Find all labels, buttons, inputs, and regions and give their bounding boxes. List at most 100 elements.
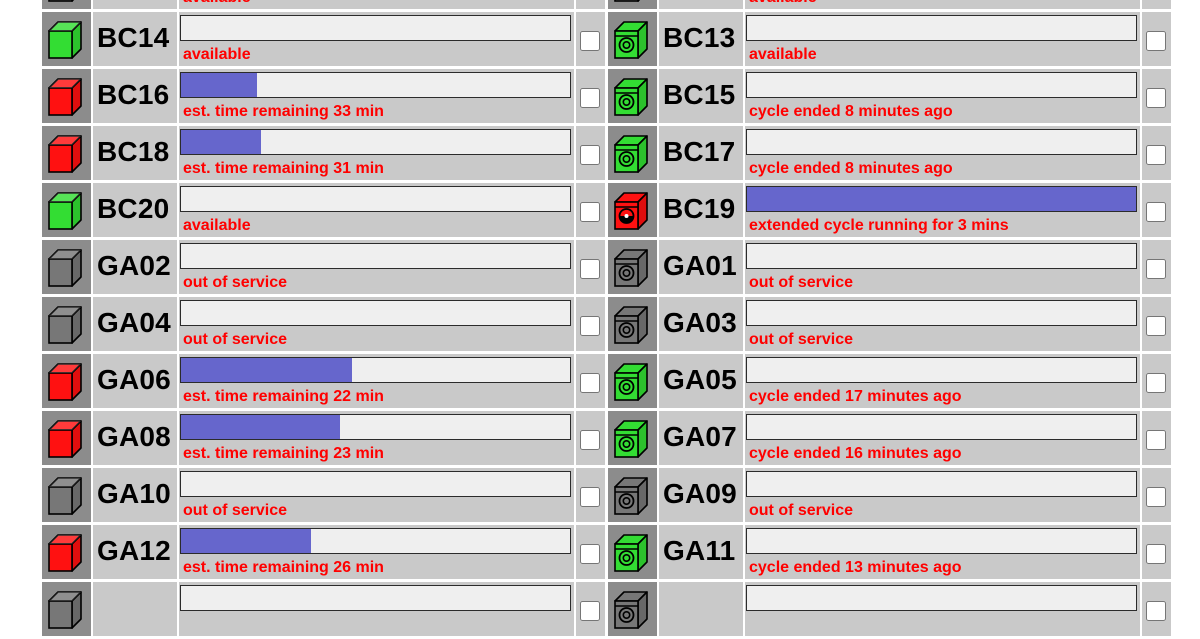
- status-text: out of service: [749, 502, 854, 519]
- notify-checkbox[interactable]: [580, 373, 600, 393]
- machine-name: GA01: [663, 250, 737, 281]
- machine-row: BC16 est. time remaining 33 min: [42, 69, 605, 126]
- machine-name-cell: [93, 582, 177, 636]
- progress-bar: [746, 528, 1137, 554]
- machine-status-cell: out of service: [179, 240, 574, 294]
- status-text: out of service: [183, 274, 288, 291]
- checkbox-cell: [1142, 525, 1171, 579]
- notify-checkbox[interactable]: [1146, 373, 1166, 393]
- progress-bar: [746, 243, 1137, 269]
- progress-bar: [180, 585, 571, 611]
- progress-bar: [746, 186, 1137, 212]
- machine-status-cell: extended cycle running for 3 mins: [745, 183, 1140, 237]
- notify-checkbox[interactable]: [580, 202, 600, 222]
- dryer-offline-icon: [614, 0, 648, 2]
- progress-bar: [746, 15, 1137, 41]
- machine-row: GA06 est. time remaining 22 min: [42, 354, 605, 411]
- notify-checkbox[interactable]: [580, 430, 600, 450]
- notify-checkbox[interactable]: [580, 145, 600, 165]
- status-text: out of service: [183, 331, 288, 348]
- notify-checkbox[interactable]: [1146, 202, 1166, 222]
- status-text: cycle ended 8 minutes ago: [749, 103, 953, 120]
- machine-icon-cell: [42, 0, 91, 9]
- status-text: available: [183, 0, 251, 7]
- machine-status-cell: [745, 582, 1140, 636]
- machine-icon-cell: [42, 240, 91, 294]
- progress-fill: [747, 187, 1136, 211]
- notify-checkbox[interactable]: [580, 487, 600, 507]
- washer-running-icon: [48, 420, 82, 458]
- progress-bar: [180, 72, 571, 98]
- checkbox-cell: [576, 69, 605, 123]
- notify-checkbox[interactable]: [1146, 316, 1166, 336]
- status-text: cycle ended 17 minutes ago: [749, 388, 962, 405]
- notify-checkbox[interactable]: [1146, 31, 1166, 51]
- machine-status-cell: out of service: [745, 297, 1140, 351]
- machine-icon-cell: [608, 468, 657, 522]
- machine-name-cell: GA04: [93, 297, 177, 351]
- machine-name-cell: GA12: [93, 525, 177, 579]
- notify-checkbox[interactable]: [1146, 145, 1166, 165]
- notify-checkbox[interactable]: [580, 544, 600, 564]
- notify-checkbox[interactable]: [1146, 544, 1166, 564]
- notify-checkbox[interactable]: [580, 31, 600, 51]
- machine-icon-cell: [608, 354, 657, 408]
- checkbox-cell: [1142, 240, 1171, 294]
- checkbox-cell: [576, 468, 605, 522]
- notify-checkbox[interactable]: [580, 259, 600, 279]
- checkbox-cell: [576, 582, 605, 636]
- checkbox-cell: [576, 525, 605, 579]
- machine-name-cell: [93, 0, 177, 9]
- progress-bar: [180, 129, 571, 155]
- checkbox-cell: [1142, 12, 1171, 66]
- machine-name: GA06: [97, 364, 171, 395]
- progress-bar: [746, 357, 1137, 383]
- machine-name: GA07: [663, 421, 737, 452]
- machine-icon-cell: [608, 297, 657, 351]
- machine-icon-cell: [42, 297, 91, 351]
- machine-status-cell: est. time remaining 31 min: [179, 126, 574, 180]
- status-text: est. time remaining 31 min: [183, 160, 384, 177]
- dryer-offline-icon: [614, 249, 648, 287]
- notify-checkbox[interactable]: [580, 88, 600, 108]
- dryer-offline-icon: [614, 477, 648, 515]
- washer-running-icon: [48, 534, 82, 572]
- machine-status-cell: cycle ended 8 minutes ago: [745, 69, 1140, 123]
- notify-checkbox[interactable]: [580, 316, 600, 336]
- checkbox-cell: [1142, 183, 1171, 237]
- notify-checkbox[interactable]: [1146, 430, 1166, 450]
- progress-bar: [746, 414, 1137, 440]
- washer-offline-icon: [48, 477, 82, 515]
- machine-name: GA12: [97, 535, 171, 566]
- machine-icon-cell: [42, 411, 91, 465]
- checkbox-cell: [576, 411, 605, 465]
- checkbox-cell: [1142, 411, 1171, 465]
- washer-offline-icon: [48, 0, 82, 2]
- machine-status-cell: available: [179, 0, 574, 9]
- notify-checkbox[interactable]: [580, 601, 600, 621]
- machine-row: GA09 out of service: [608, 468, 1171, 525]
- checkbox-cell: [1142, 297, 1171, 351]
- machine-status-cell: available: [745, 0, 1140, 9]
- notify-checkbox[interactable]: [1146, 259, 1166, 279]
- machine-name: GA10: [97, 478, 171, 509]
- progress-bar: [180, 357, 571, 383]
- machine-row: GA02 out of service: [42, 240, 605, 297]
- notify-checkbox[interactable]: [1146, 88, 1166, 108]
- right-machine-column: available BC13 available BC15 cycle ended …: [608, 0, 1171, 639]
- checkbox-cell: [1142, 0, 1171, 9]
- machine-name-cell: BC20: [93, 183, 177, 237]
- machine-name-cell: [659, 0, 743, 9]
- notify-checkbox[interactable]: [1146, 487, 1166, 507]
- machine-name: GA04: [97, 307, 171, 338]
- machine-row: available: [42, 0, 605, 12]
- machine-name-cell: GA03: [659, 297, 743, 351]
- status-text: available: [183, 217, 251, 234]
- progress-bar: [746, 471, 1137, 497]
- machine-row: [608, 582, 1171, 639]
- status-text: available: [183, 46, 251, 63]
- machine-status-cell: out of service: [179, 468, 574, 522]
- progress-bar: [180, 471, 571, 497]
- notify-checkbox[interactable]: [1146, 601, 1166, 621]
- dryer-running-icon: [614, 192, 648, 230]
